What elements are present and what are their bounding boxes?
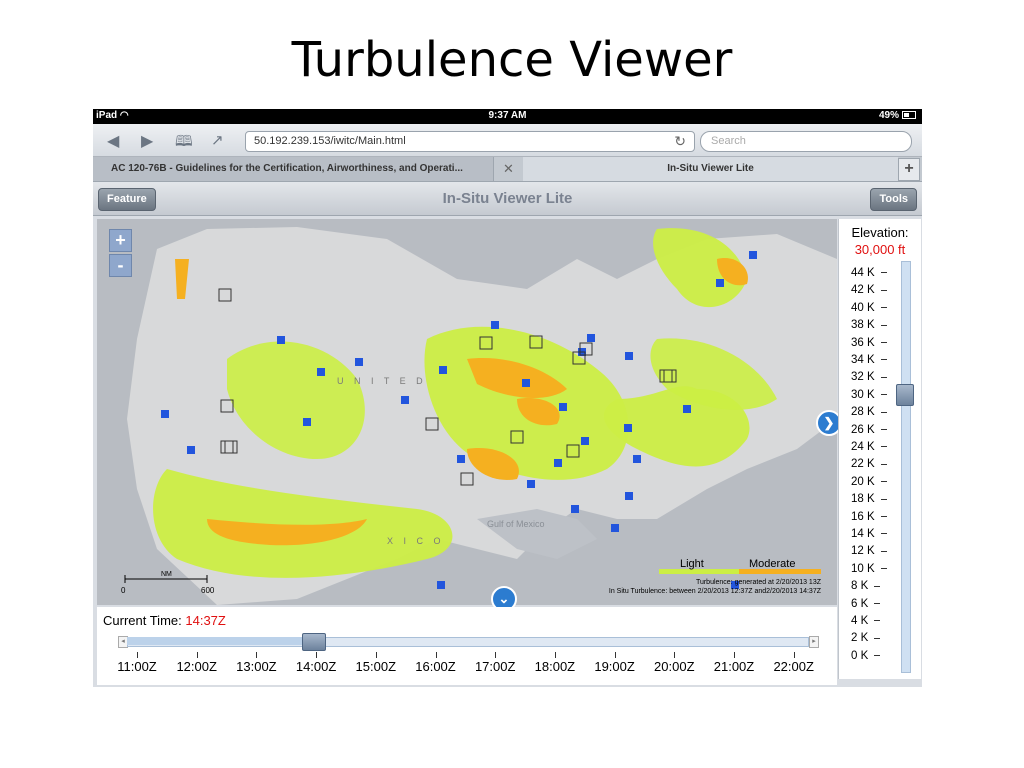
time-tick-mark xyxy=(614,652,616,658)
elevation-slider-thumb[interactable] xyxy=(896,384,914,406)
map-label-united: U N I T E D xyxy=(337,376,427,386)
current-time-value: 14:37Z xyxy=(185,613,226,628)
url-text: 50.192.239.153/iwitc/Main.html xyxy=(254,135,406,147)
elevation-tick: 38 K xyxy=(851,319,887,331)
battery-icon xyxy=(902,111,916,120)
elevation-tick: 44 K xyxy=(851,267,887,279)
elevation-tick: 34 K xyxy=(851,354,887,366)
map-label-mexico: X I C O xyxy=(387,536,445,546)
time-tick-label: 22:00Z xyxy=(773,659,814,674)
app-title: In-Situ Viewer Lite xyxy=(442,190,573,207)
elevation-tick: 18 K xyxy=(851,493,887,505)
legend-light-label: Light xyxy=(680,558,704,570)
battery-indicator: 49% xyxy=(879,110,916,121)
time-tick-label: 14:00Z xyxy=(295,659,337,674)
time-tick-mark xyxy=(435,652,437,658)
new-tab-button[interactable]: + xyxy=(898,158,920,181)
elevation-value: 30,000 ft xyxy=(854,242,906,257)
browser-tabs: AC 120-76B - Guidelines for the Certific… xyxy=(93,157,922,182)
time-tick-label: 15:00Z xyxy=(355,659,397,674)
search-placeholder: Search xyxy=(711,135,746,147)
legend-between: In Situ Turbulence: between 2/20/2013 12… xyxy=(609,588,822,595)
time-tick-label: 12:00Z xyxy=(176,659,217,674)
elevation-tick: 0 K xyxy=(851,650,881,662)
time-slider-end-arrow[interactable]: ▸ xyxy=(809,636,819,648)
elevation-tick: 36 K xyxy=(851,337,887,349)
time-tick-mark xyxy=(495,652,497,658)
elevation-panel: Elevation: 30,000 ft 44 K 42 K 40 K 38 K 36 … xyxy=(838,219,921,679)
legend-moderate-label: Moderate xyxy=(749,558,795,570)
scale-start: 0 xyxy=(121,586,126,595)
back-icon[interactable]: ◀ xyxy=(107,131,119,151)
forward-icon[interactable]: ▶ xyxy=(141,131,153,151)
tab-insitu-viewer[interactable]: In-Situ Viewer Lite xyxy=(523,157,898,181)
time-tick-label: 18:00Z xyxy=(534,659,576,674)
time-tick-mark xyxy=(674,652,676,658)
current-time-label: Current Time: 14:37Z xyxy=(103,613,226,628)
status-bar: iPad ◠ 9:37 AM 49% xyxy=(93,109,922,124)
time-tick-mark xyxy=(734,652,735,658)
tab-ac-guidelines[interactable]: AC 120-76B - Guidelines for the Certific… xyxy=(93,157,494,181)
scale-unit: NM xyxy=(161,571,172,578)
status-time: 9:37 AM xyxy=(488,110,527,121)
time-slider-thumb[interactable] xyxy=(302,633,326,651)
elevation-slider-track[interactable] xyxy=(901,261,911,673)
legend-generated: Turbulence: generated at 2/20/2013 13Z xyxy=(696,579,822,586)
elevation-tick: 32 K xyxy=(851,371,887,383)
zoom-in-button[interactable]: + xyxy=(109,229,132,252)
elevation-tick: 10 K xyxy=(851,563,887,575)
time-panel: Current Time: 14:37Z ◂ ▸ 11:00Z 12:00Z 13:… xyxy=(97,607,837,685)
time-tick-mark xyxy=(375,652,377,658)
elevation-tick: 40 K xyxy=(851,302,887,314)
elevation-tick: 30 K xyxy=(851,389,887,401)
elevation-tick: 24 K xyxy=(851,441,887,453)
browser-toolbar: ◀ ▶ 🕮 ↗ 50.192.239.153/iwitc/Main.html ↻… xyxy=(93,124,922,157)
elevation-tick: 14 K xyxy=(851,528,887,540)
time-tick-mark xyxy=(256,652,258,658)
ipad-screen: iPad ◠ 9:37 AM 49% ◀ ▶ 🕮 ↗ 50.192.239.15… xyxy=(93,109,922,687)
close-tab-icon[interactable]: ✕ xyxy=(503,161,514,177)
turbulence-map[interactable]: U N I T E D X I C O Gulf of Mexico NM 0 … xyxy=(97,219,842,612)
elevation-tick: 22 K xyxy=(851,458,887,470)
app-header: Feature In-Situ Viewer Lite Tools xyxy=(93,182,922,216)
scale-end: 600 xyxy=(201,586,215,595)
map-label-gulf: Gulf of Mexico xyxy=(487,519,545,529)
elevation-label: Elevation: xyxy=(851,225,909,240)
time-slider-fill xyxy=(127,637,325,645)
bookmarks-icon[interactable]: 🕮 xyxy=(175,131,193,156)
reload-icon[interactable]: ↻ xyxy=(674,133,686,150)
search-input[interactable]: Search xyxy=(700,131,912,152)
time-tick-mark xyxy=(196,652,198,658)
elevation-tick: 12 K xyxy=(851,545,887,557)
url-field[interactable]: 50.192.239.153/iwitc/Main.html ↻ xyxy=(245,131,695,152)
time-tick-label: 16:00Z xyxy=(415,659,456,674)
elevation-tick: 42 K xyxy=(851,284,887,296)
elevation-tick: 20 K xyxy=(851,476,887,488)
slide-title: Turbulence Viewer xyxy=(291,32,733,88)
elevation-tick: 28 K xyxy=(851,406,887,418)
share-icon[interactable]: ↗ xyxy=(211,131,224,149)
time-tick-mark xyxy=(793,652,795,658)
elevation-tick: 16 K xyxy=(851,511,887,523)
time-tick-label: 19:00Z xyxy=(594,659,635,674)
zoom-out-button[interactable]: - xyxy=(109,254,132,277)
time-tick-mark xyxy=(554,652,556,658)
time-tick-mark xyxy=(137,652,138,658)
elevation-tick: 8 K xyxy=(851,580,881,592)
elevation-tick: 4 K xyxy=(851,615,881,627)
elevation-tick: 26 K xyxy=(851,424,887,436)
time-tick-label: 13:00Z xyxy=(236,659,277,674)
time-tick-label: 17:00Z xyxy=(474,659,516,674)
time-tick-label: 21:00Z xyxy=(713,659,755,674)
tools-button[interactable]: Tools xyxy=(870,188,917,211)
time-tick-label: 20:00Z xyxy=(654,659,695,674)
time-tick-mark xyxy=(316,652,318,658)
time-tick-label: 11:00Z xyxy=(117,659,157,674)
elevation-tick: 2 K xyxy=(851,632,881,644)
elevation-tick: 6 K xyxy=(851,598,881,610)
